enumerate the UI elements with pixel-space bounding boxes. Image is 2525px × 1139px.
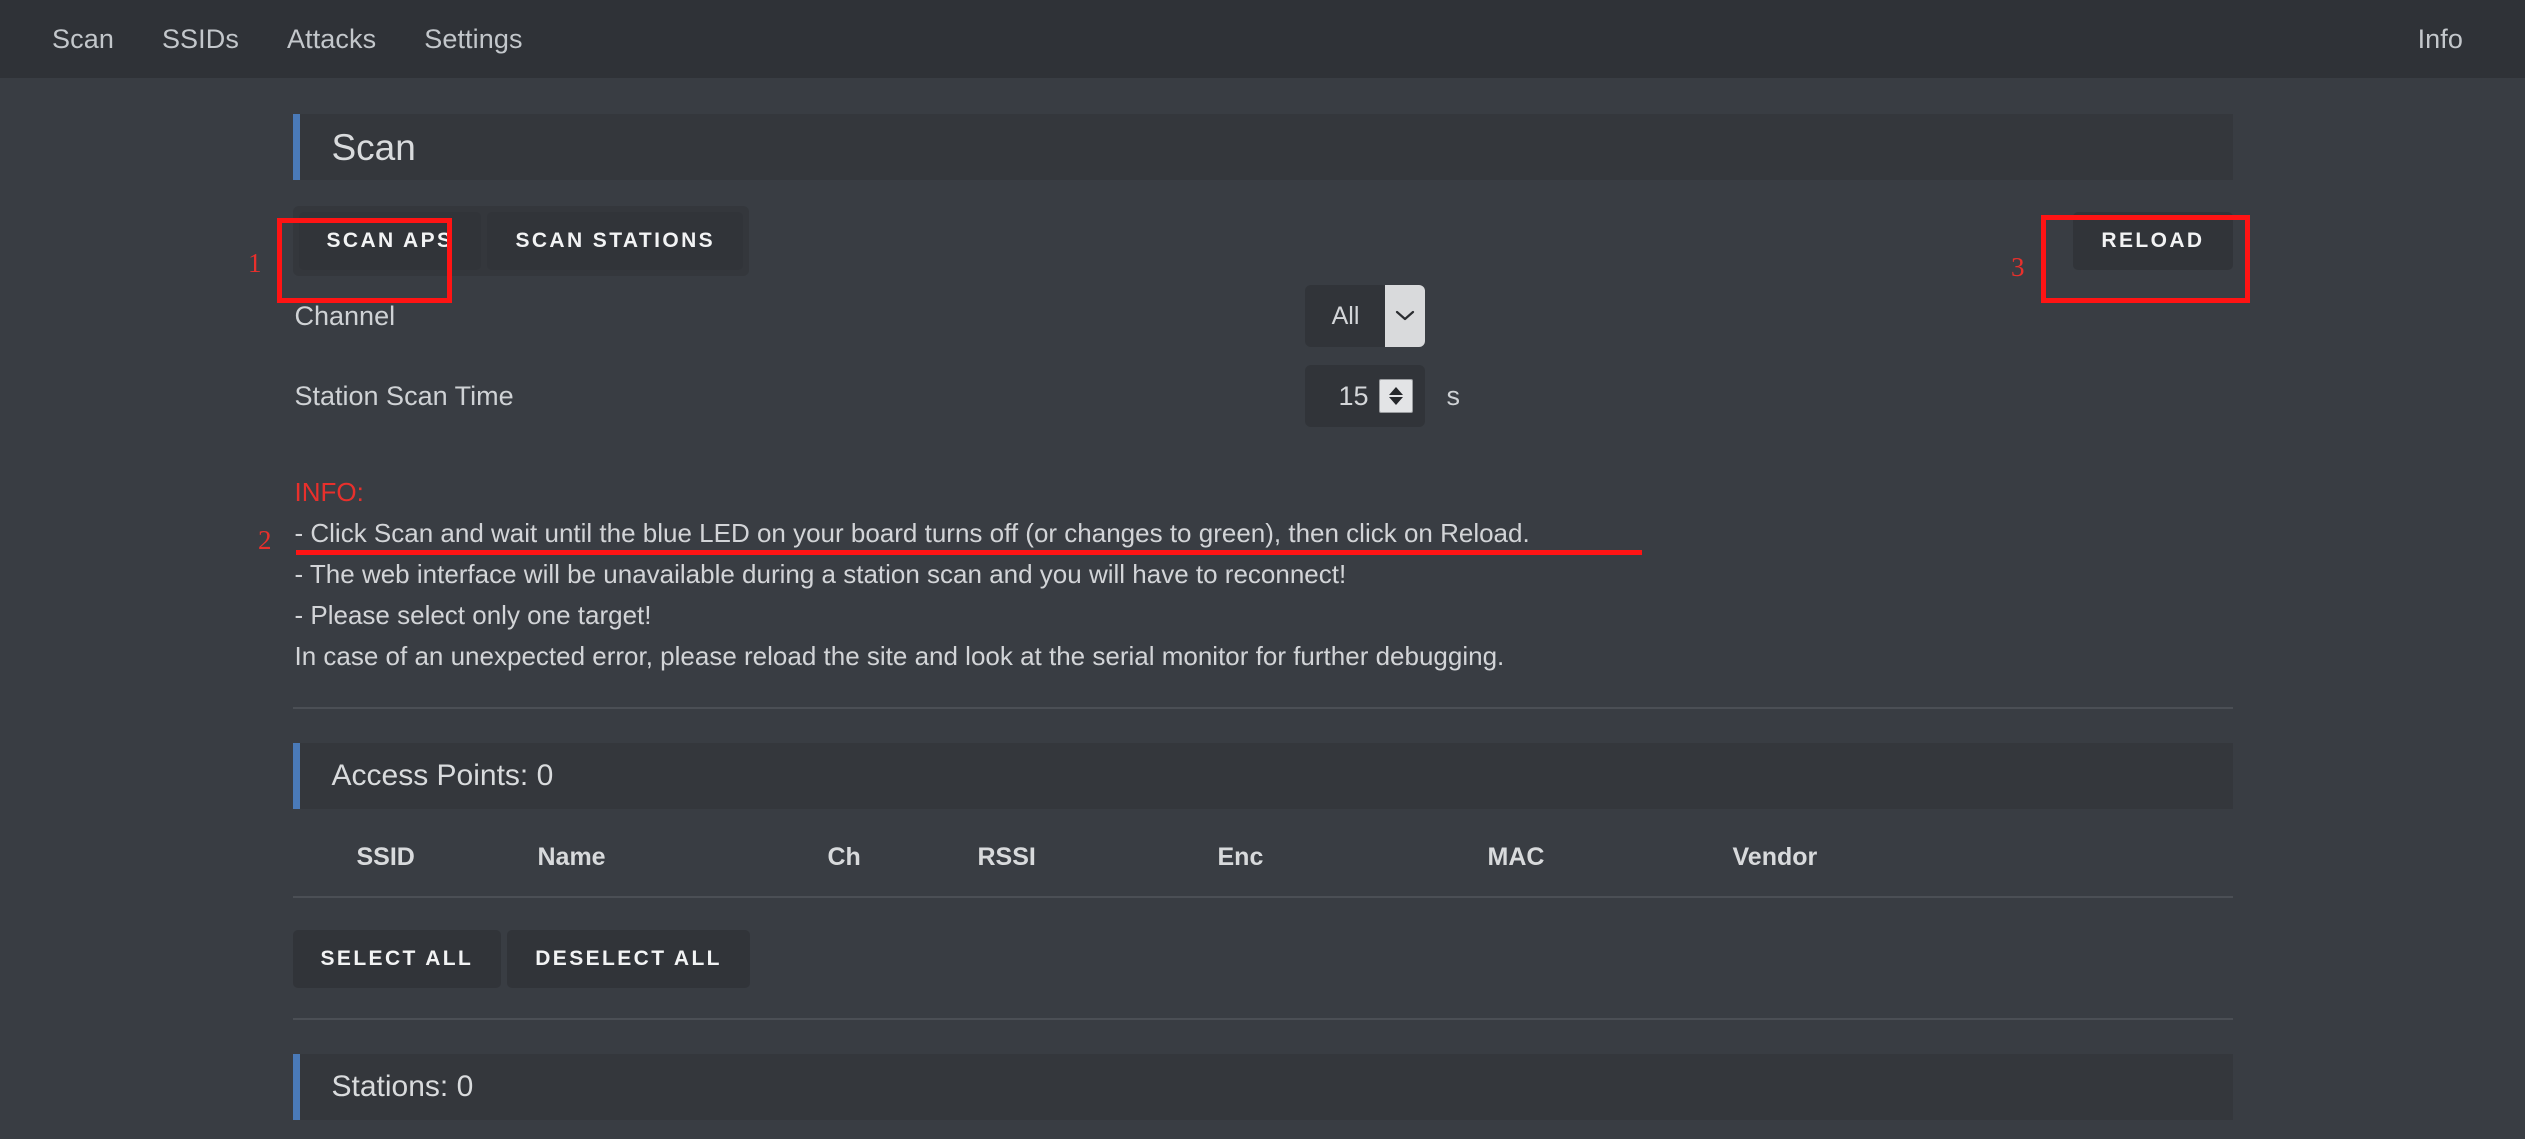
nav-right: Info: [2394, 20, 2487, 59]
chevron-down-icon[interactable]: [1384, 285, 1425, 347]
nav-item-attacks[interactable]: Attacks: [263, 20, 400, 59]
scan-button-row: SCAN APS SCAN STATIONS RELOAD: [292, 206, 2233, 276]
access-points-header: Access Points: 0: [292, 743, 2233, 810]
select-all-button[interactable]: SELECT ALL: [292, 930, 502, 989]
info-block: INFO: - Click Scan and wait until the bl…: [293, 472, 2233, 677]
column-header-mac[interactable]: MAC: [1487, 817, 1733, 899]
station-scan-time-input[interactable]: 15: [1304, 365, 1425, 427]
column-header-station-vendor[interactable]: Vendor: [293, 1128, 573, 1139]
channel-select-value: All: [1331, 301, 1360, 330]
stations-table: Vendor MAC Ch Name Pkts AP Last seen: [293, 1128, 2233, 1139]
info-line-3: - Please select only one target!: [294, 600, 652, 631]
station-scan-time-row: Station Scan Time 15 s: [293, 356, 2233, 436]
access-points-header-row: SSID Name Ch RSSI Enc MAC Vendor: [292, 817, 2233, 899]
stations-table-head: Vendor MAC Ch Name Pkts AP Last seen: [293, 1128, 2233, 1139]
stepper-up-icon[interactable]: [1388, 387, 1403, 395]
column-header-vendor[interactable]: Vendor: [1732, 817, 2233, 899]
content-container: Scan SCAN APS SCAN STATIONS RELOAD Chann…: [292, 114, 2233, 1139]
access-points-heading: Access Points: 0: [331, 759, 554, 793]
channel-label: Channel: [294, 300, 396, 331]
column-header-name[interactable]: Name: [537, 817, 828, 899]
scan-aps-button[interactable]: SCAN APS: [298, 212, 482, 270]
stations-heading: Stations: 0: [331, 1070, 474, 1104]
column-header-station-mac[interactable]: MAC: [573, 1128, 788, 1139]
nav-item-scan[interactable]: Scan: [28, 20, 138, 59]
access-points-table: SSID Name Ch RSSI Enc MAC Vendor: [292, 817, 2233, 899]
station-scan-time-control-wrap: 15 s: [1304, 365, 1461, 427]
nav-items: Scan SSIDs Attacks Settings: [28, 20, 547, 59]
access-points-table-head: SSID Name Ch RSSI Enc MAC Vendor: [292, 817, 2233, 899]
station-scan-time-value: 15: [1338, 380, 1369, 411]
info-title: INFO:: [294, 477, 364, 507]
stepper-down-icon[interactable]: [1388, 397, 1403, 405]
column-header-station-pkts[interactable]: Pkts: [1198, 1128, 1408, 1139]
deselect-all-button[interactable]: DESELECT ALL: [507, 930, 750, 989]
stations-header: Stations: 0: [292, 1054, 2233, 1121]
scan-stations-button[interactable]: SCAN STATIONS: [487, 212, 744, 270]
column-header-station-name[interactable]: Name: [938, 1128, 1198, 1139]
info-line-2: - The web interface will be unavailable …: [294, 559, 1347, 590]
station-scan-time-label: Station Scan Time: [294, 380, 514, 411]
divider-after-access-points: [292, 1018, 2233, 1021]
column-header-station-last-seen[interactable]: Last seen: [1553, 1128, 2233, 1139]
number-stepper-icon[interactable]: [1378, 379, 1413, 413]
channel-select[interactable]: All: [1304, 285, 1425, 347]
access-points-actions: SELECT ALL DESELECT ALL: [292, 898, 2233, 989]
column-header-station-ap[interactable]: AP: [1408, 1128, 1553, 1139]
divider-after-info: [292, 707, 2233, 710]
reload-button[interactable]: RELOAD: [2073, 212, 2233, 270]
channel-row: Channel All: [293, 276, 2233, 356]
info-line-4: In case of an unexpected error, please r…: [294, 641, 1505, 672]
info-line-1: - Click Scan and wait until the blue LED…: [294, 518, 1530, 549]
top-navbar: Scan SSIDs Attacks Settings Info: [0, 0, 2525, 78]
reload-button-wrap: RELOAD: [2073, 212, 2233, 270]
page-scroll-area: Scan SCAN APS SCAN STATIONS RELOAD Chann…: [0, 78, 2525, 1139]
stations-header-row: Vendor MAC Ch Name Pkts AP Last seen: [293, 1128, 2233, 1139]
column-header-ssid[interactable]: SSID: [292, 817, 538, 899]
nav-item-info[interactable]: Info: [2394, 20, 2487, 59]
scan-button-group: SCAN APS SCAN STATIONS: [292, 206, 750, 276]
page-title: Scan: [331, 126, 416, 168]
channel-control-wrap: All: [1304, 285, 1425, 347]
nav-item-ssids[interactable]: SSIDs: [138, 20, 263, 59]
column-header-ch[interactable]: Ch: [827, 817, 978, 899]
column-header-enc[interactable]: Enc: [1217, 817, 1488, 899]
page-title-bar: Scan: [292, 114, 2233, 180]
column-header-rssi[interactable]: RSSI: [977, 817, 1218, 899]
station-scan-time-unit: s: [1446, 380, 1461, 411]
nav-item-settings[interactable]: Settings: [400, 20, 546, 59]
column-header-station-ch[interactable]: Ch: [788, 1128, 938, 1139]
